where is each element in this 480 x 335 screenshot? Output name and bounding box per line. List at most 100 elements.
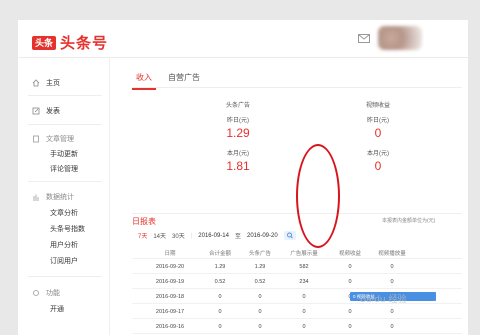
date-to-input[interactable]: 2016-09-20 <box>247 233 278 239</box>
range-7d-button[interactable]: 7天 <box>138 231 147 240</box>
stat-title: 视频收益 <box>365 103 390 109</box>
sidebar-group-label: 功能 <box>46 290 60 297</box>
filter-separator: | <box>190 232 193 239</box>
top-bar: 头条 头条号 <box>18 20 468 58</box>
table-cell: 0 <box>302 309 306 315</box>
table-cell: 2016-09-20 <box>155 264 185 270</box>
sidebar-item-article-analysis[interactable]: 文章分析 <box>50 208 78 218</box>
sidebar: 主页 发表 文章管理 手动更新 评论管理 数据统计 文章分析 头条号指数 用户分… <box>18 58 110 335</box>
app-window: 头条 头条号 主页 发表 文章管理 手动更新 评论管理 数据统计 文章分析 头条… <box>18 20 468 335</box>
stat-value: 1.29 <box>226 126 250 140</box>
table-cell: 1.29 <box>214 264 226 270</box>
sidebar-item-comments[interactable]: 评论管理 <box>50 164 78 174</box>
table-cell: 2016-09-19 <box>155 279 185 285</box>
home-icon <box>32 79 40 87</box>
table-cell: 0 <box>302 294 306 300</box>
column-header: 合计金额 <box>208 251 231 257</box>
table-cell: 0 <box>302 324 306 330</box>
divider <box>28 124 102 125</box>
report-table: 日期 合计金额 头条广告 广告展示量 视频收益 视频播放量 2016-09-20… <box>132 244 462 334</box>
sidebar-group-label: 文章管理 <box>46 136 74 143</box>
table-cell: 582 <box>299 264 309 270</box>
chart-icon <box>33 194 39 201</box>
column-header: 头条广告 <box>248 251 271 257</box>
sidebar-group-stats: 数据统计 <box>32 192 74 202</box>
table-row: 2016-09-19 0.52 0.52 234 0 0 <box>132 274 462 289</box>
table-cell: 0 <box>390 324 394 330</box>
table-cell: 0 <box>218 294 222 300</box>
table-row: 2016-09-17 0 0 0 0 0 <box>132 304 462 319</box>
red-circle-annotation <box>296 144 340 248</box>
logo-badge: 头条 <box>32 35 57 50</box>
range-30d-button[interactable]: 30天 <box>172 231 185 240</box>
table-cell: 0 <box>348 264 352 270</box>
divider <box>28 276 102 277</box>
column-header: 日期 <box>164 251 176 257</box>
column-header: 视频收益 <box>338 251 361 257</box>
table-row: 2016-09-16 0 0 0 0 0 <box>132 319 462 334</box>
report-note: 本报表内金额单位为(元) <box>382 218 436 224</box>
stat-label: 本月(元) <box>227 151 249 157</box>
sidebar-item-subscribers[interactable]: 订阅用户 <box>50 256 78 266</box>
logo[interactable]: 头条 头条号 <box>32 32 108 53</box>
sidebar-item-label: 发表 <box>46 108 60 115</box>
sidebar-item-label: 主页 <box>46 80 60 87</box>
date-separator: 至 <box>234 234 241 240</box>
headline-ad-stats: 头条广告 昨日(元) 1.29 本月(元) 1.81 <box>208 100 268 173</box>
search-button[interactable] <box>283 231 296 240</box>
doc-icon <box>33 135 39 143</box>
logo-text: 头条号 <box>60 35 109 52</box>
avatar[interactable] <box>378 26 422 50</box>
date-from-input[interactable]: 2016-09-14 <box>198 233 229 239</box>
table-cell: 0 <box>390 264 394 270</box>
stat-value: 1.81 <box>226 159 250 173</box>
table-cell: 0 <box>258 294 262 300</box>
stat-label: 本月(元) <box>367 151 389 157</box>
video-income-stats: 视频收益 昨日(元) 0 本月(元) 0 <box>348 100 408 173</box>
function-icon <box>33 290 39 296</box>
table-cell: 0 <box>258 309 262 315</box>
main-content: 收入 自营广告 头条广告 昨日(元) 1.29 本月(元) 1.81 视频收益 … <box>110 58 468 335</box>
sidebar-item-index[interactable]: 头条号指数 <box>50 224 85 234</box>
report-title: 日报表 <box>132 217 156 226</box>
stat-title: 头条广告 <box>225 103 250 109</box>
divider <box>28 181 102 182</box>
table-cell: 2016-09-18 <box>155 294 185 300</box>
table-cell: 234 <box>299 279 309 285</box>
table-cell: 2016-09-17 <box>155 309 185 315</box>
table-cell: 0 <box>348 309 352 315</box>
sidebar-item-publish[interactable]: 发表 <box>32 106 60 116</box>
table-cell: 0 <box>348 324 352 330</box>
sidebar-item-activate[interactable]: 开通 <box>50 304 64 314</box>
mail-icon[interactable] <box>358 34 370 43</box>
sidebar-group-label: 数据统计 <box>46 194 74 201</box>
stat-label: 昨日(元) <box>367 118 389 124</box>
column-header: 视频播放量 <box>378 251 406 257</box>
table-cell: 0 <box>390 279 394 285</box>
search-icon <box>286 232 293 239</box>
sidebar-item-user-analysis[interactable]: 用户分析 <box>50 240 78 250</box>
edit-icon <box>32 107 40 115</box>
stat-value: 0 <box>374 126 382 140</box>
stat-value: 0 <box>374 159 382 173</box>
table-cell: 0.52 <box>214 279 226 285</box>
sidebar-item-home[interactable]: 主页 <box>32 78 60 88</box>
table-cell: 0 <box>218 324 222 330</box>
table-cell: 1.29 <box>254 264 266 270</box>
table-cell: 0 <box>258 324 262 330</box>
report-filter: 7天 14天 30天 | 2016-09-14 至 2016-09-20 <box>138 231 302 240</box>
stat-label: 昨日(元) <box>227 118 249 124</box>
table-cell: 0 <box>218 309 222 315</box>
table-cell: 2016-09-16 <box>155 324 185 330</box>
sidebar-item-manual-update[interactable]: 手动更新 <box>50 149 78 159</box>
divider <box>132 87 462 88</box>
range-14d-button[interactable]: 14天 <box>153 231 166 240</box>
table-row: 2016-09-20 1.29 1.29 582 0 0 <box>132 259 462 274</box>
column-header: 广告展示量 <box>290 251 318 257</box>
table-cell: 0.52 <box>254 279 266 285</box>
sidebar-group-functions: 功能 <box>32 288 60 298</box>
sidebar-group-articles: 文章管理 <box>32 134 74 144</box>
watermark: Baidu 经验 <box>360 295 407 305</box>
divider <box>28 95 102 96</box>
table-header: 日期 合计金额 头条广告 广告展示量 视频收益 视频播放量 <box>132 244 462 259</box>
